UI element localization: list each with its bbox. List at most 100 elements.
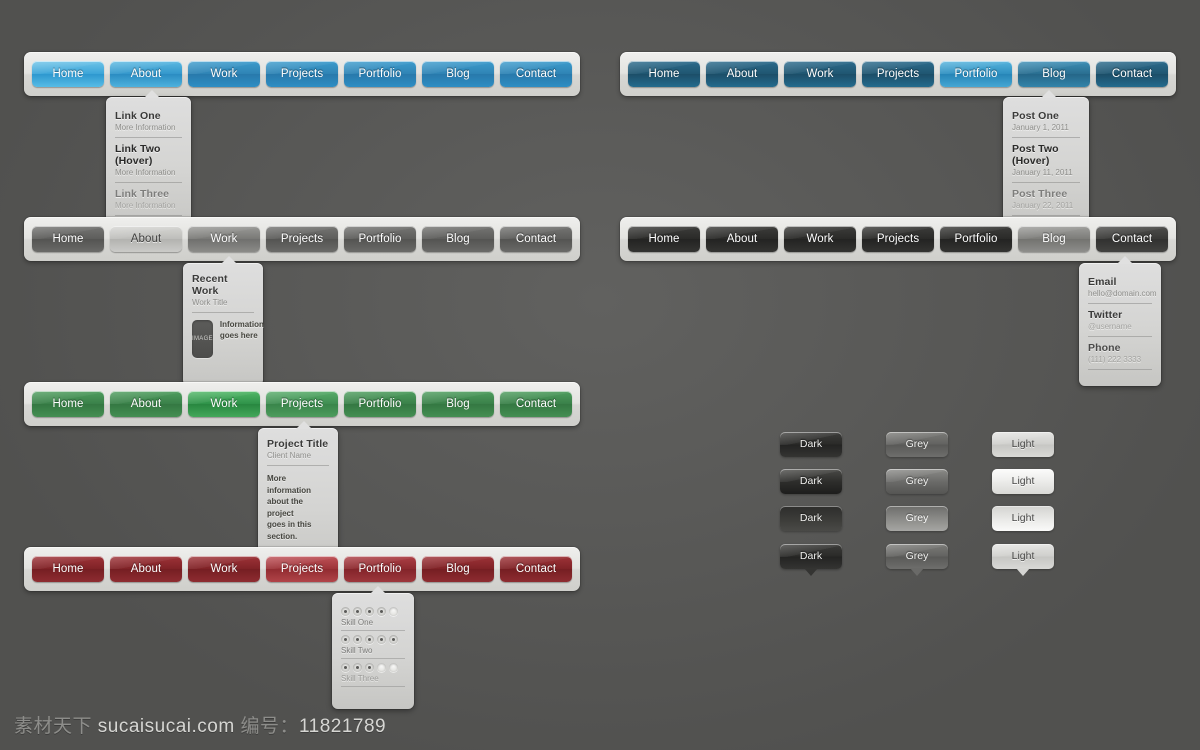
nav-item-work[interactable]: Work xyxy=(188,61,260,87)
sample-button-light[interactable]: Light xyxy=(992,432,1054,457)
sample-tooltip-light[interactable]: Light xyxy=(992,544,1054,576)
popover-tail-icon xyxy=(1117,256,1133,264)
nav-item-work[interactable]: Work xyxy=(784,226,856,252)
skill-rating-dots xyxy=(341,663,405,672)
nav-item-work[interactable]: Work xyxy=(188,226,260,252)
nav-item-label: Home xyxy=(52,68,84,80)
nav-item-label: Projects xyxy=(280,563,324,575)
popover-row[interactable]: Link Three More Information xyxy=(115,183,182,216)
nav-item-portfolio[interactable]: Portfolio xyxy=(344,391,416,417)
project-body-line: about the project xyxy=(267,497,303,518)
skill-dot-filled xyxy=(377,635,386,644)
skill-dot-empty xyxy=(377,663,386,672)
nav-item-about[interactable]: About xyxy=(110,556,182,582)
navbar-grey: Home About Work Projects Portfolio Blog … xyxy=(24,217,580,261)
sample-button-light[interactable]: Light xyxy=(992,469,1054,494)
nav-item-label: About xyxy=(130,563,162,575)
popover-row[interactable]: Link Two (Hover) More Information xyxy=(115,138,182,183)
skill-dot-filled xyxy=(353,663,362,672)
nav-item-projects[interactable]: Projects xyxy=(266,226,338,252)
nav-item-blog[interactable]: Blog xyxy=(1018,226,1090,252)
nav-item-work[interactable]: Work xyxy=(784,61,856,87)
sample-button-label: Dark xyxy=(799,438,823,450)
nav-item-projects[interactable]: Projects xyxy=(266,556,338,582)
nav-item-work[interactable]: Work xyxy=(188,556,260,582)
nav-item-about[interactable]: About xyxy=(706,61,778,87)
sample-button-dark[interactable]: Dark xyxy=(780,506,842,531)
sample-button-dark[interactable]: Dark xyxy=(780,432,842,457)
nav-item-contact[interactable]: Contact xyxy=(500,391,572,417)
skill-row: Skill One xyxy=(341,603,405,631)
sample-button-label: Light xyxy=(1011,512,1035,524)
popover-recent-work: Recent Work Work Title IMAGE Information… xyxy=(183,256,264,386)
skill-rating-dots xyxy=(341,607,405,616)
navbar-dark: Home About Work Projects Portfolio Blog … xyxy=(620,217,1176,261)
nav-item-home[interactable]: Home xyxy=(32,61,104,87)
tooltip-tail-icon xyxy=(804,568,818,576)
nav-item-contact[interactable]: Contact xyxy=(500,556,572,582)
nav-item-blog[interactable]: Blog xyxy=(422,391,494,417)
nav-item-portfolio[interactable]: Portfolio xyxy=(344,556,416,582)
nav-item-label: About xyxy=(130,398,162,410)
popover-skills: Skill One Skill Two Skill Three xyxy=(332,586,414,709)
skill-dot-filled xyxy=(365,663,374,672)
nav-item-label: Portfolio xyxy=(954,233,998,245)
popover-row[interactable]: Post One January 1, 2011 xyxy=(1012,107,1080,138)
sample-tooltip-grey[interactable]: Grey xyxy=(886,544,948,576)
skill-label: Skill Two xyxy=(341,646,373,655)
nav-item-contact[interactable]: Contact xyxy=(500,226,572,252)
nav-item-blog[interactable]: Blog xyxy=(422,226,494,252)
nav-item-work[interactable]: Work xyxy=(188,391,260,417)
nav-item-blog[interactable]: Blog xyxy=(422,61,494,87)
sample-button-light[interactable]: Light xyxy=(992,506,1054,531)
sample-button-dark[interactable]: Dark xyxy=(780,469,842,494)
nav-item-contact[interactable]: Contact xyxy=(1096,61,1168,87)
sample-button-grey[interactable]: Grey xyxy=(886,432,948,457)
nav-item-contact[interactable]: Contact xyxy=(1096,226,1168,252)
nav-item-label: Contact xyxy=(1111,68,1153,80)
watermark: 素材天下 sucaisucai.com 编号：11821789 xyxy=(14,711,386,738)
popover-row[interactable]: Link One More Information xyxy=(115,107,182,138)
nav-item-label: About xyxy=(130,68,162,80)
nav-item-projects[interactable]: Projects xyxy=(266,391,338,417)
nav-item-label: Portfolio xyxy=(358,68,402,80)
nav-item-label: Portfolio xyxy=(358,398,402,410)
sample-button-label: Grey xyxy=(905,512,929,524)
nav-item-portfolio[interactable]: Portfolio xyxy=(344,61,416,87)
nav-item-home[interactable]: Home xyxy=(32,226,104,252)
popover-row[interactable]: Post Three January 22, 2011 xyxy=(1012,183,1080,216)
sample-button-grey[interactable]: Grey xyxy=(886,469,948,494)
nav-item-blog[interactable]: Blog xyxy=(422,556,494,582)
nav-item-label: Work xyxy=(210,68,238,80)
sample-button-grey[interactable]: Grey xyxy=(886,506,948,531)
sample-button-row: Dark Grey Light xyxy=(780,469,1054,494)
sample-tooltip-dark[interactable]: Dark xyxy=(780,544,842,576)
nav-item-about[interactable]: About xyxy=(706,226,778,252)
nav-item-about[interactable]: About xyxy=(110,226,182,252)
nav-item-home[interactable]: Home xyxy=(32,391,104,417)
popover-row[interactable]: Phone (111) 222 3333 xyxy=(1088,337,1152,370)
skill-dot-filled xyxy=(365,607,374,616)
nav-item-blog[interactable]: Blog xyxy=(1018,61,1090,87)
nav-item-home[interactable]: Home xyxy=(628,226,700,252)
popover-row-subtitle: January 11, 2011 xyxy=(1012,168,1073,177)
popover-row[interactable]: Post Two (Hover) January 11, 2011 xyxy=(1012,138,1080,183)
nav-item-portfolio[interactable]: Portfolio xyxy=(940,61,1012,87)
nav-item-portfolio[interactable]: Portfolio xyxy=(344,226,416,252)
watermark-brand: 素材天下 xyxy=(14,716,93,737)
nav-item-home[interactable]: Home xyxy=(628,61,700,87)
nav-item-about[interactable]: About xyxy=(110,61,182,87)
nav-item-contact[interactable]: Contact xyxy=(500,61,572,87)
popover-row[interactable]: Twitter @username xyxy=(1088,304,1152,337)
popover-tail-icon xyxy=(296,421,312,429)
popover-tail-icon xyxy=(144,90,160,98)
skill-dot-filled xyxy=(341,663,350,672)
nav-item-home[interactable]: Home xyxy=(32,556,104,582)
nav-item-projects[interactable]: Projects xyxy=(266,61,338,87)
popover-row[interactable]: Email hello@domain.com xyxy=(1088,273,1157,304)
nav-item-projects[interactable]: Projects xyxy=(862,226,934,252)
nav-item-projects[interactable]: Projects xyxy=(862,61,934,87)
nav-item-portfolio[interactable]: Portfolio xyxy=(940,226,1012,252)
nav-item-about[interactable]: About xyxy=(110,391,182,417)
nav-item-label: Portfolio xyxy=(358,563,402,575)
